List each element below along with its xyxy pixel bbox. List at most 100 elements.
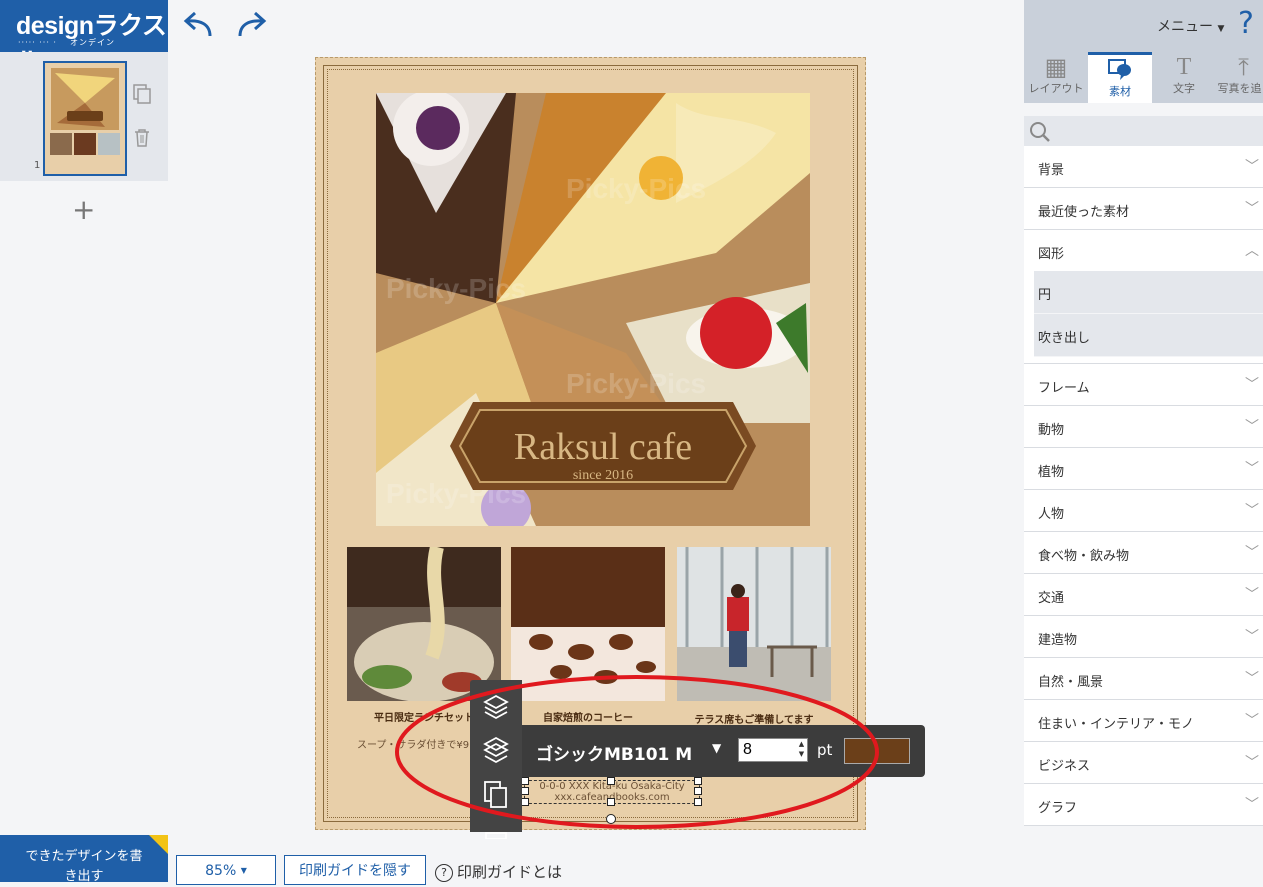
category-label: フレーム	[1038, 381, 1090, 396]
cafe-title-badge[interactable]: Raksul cafe since 2016	[448, 396, 758, 496]
category-label: ビジネス	[1038, 759, 1091, 774]
annotation-ellipse	[395, 675, 879, 829]
undo-icon	[183, 11, 212, 37]
caret-down-icon: ▼	[1217, 24, 1225, 34]
category-animals[interactable]: 動物 ﹀	[1024, 406, 1263, 448]
material-search-input[interactable]	[1024, 116, 1263, 146]
redo-button[interactable]	[234, 8, 274, 44]
category-frame[interactable]: フレーム ﹀	[1024, 364, 1263, 406]
cafe-since: since 2016	[573, 468, 633, 483]
chevron-up-icon: ︿	[1245, 243, 1259, 259]
zoom-select[interactable]: 85% ▼	[176, 855, 276, 885]
category-food-drink[interactable]: 食べ物・飲み物 ﹀	[1024, 532, 1263, 574]
question-icon: ?	[435, 864, 453, 882]
category-plants[interactable]: 植物 ﹀	[1024, 448, 1263, 490]
chevron-down-icon: ﹀	[1245, 377, 1259, 393]
print-guide-help-link[interactable]: ? 印刷ガイドとは	[435, 861, 562, 882]
category-label: 背景	[1038, 163, 1065, 178]
category-label: 食べ物・飲み物	[1038, 549, 1130, 564]
upload-icon: ⤒	[1238, 53, 1249, 81]
chevron-down-icon: ﹀	[1245, 201, 1259, 217]
category-graph[interactable]: グラフ ﹀	[1024, 784, 1263, 826]
category-buildings[interactable]: 建造物 ﹀	[1024, 616, 1263, 658]
subcategory-circle[interactable]: 円	[1034, 271, 1263, 314]
tab-label: 文字	[1173, 82, 1195, 95]
chevron-down-icon: ﹀	[1245, 545, 1259, 561]
category-label: グラフ	[1038, 801, 1078, 816]
subcategory-label: 円	[1038, 288, 1052, 303]
watermark-text: Picky-Pics	[566, 368, 706, 399]
category-people[interactable]: 人物 ﹀	[1024, 490, 1263, 532]
subcategory-label: 吹き出し	[1038, 331, 1091, 346]
category-recent[interactable]: 最近使った素材 ﹀	[1024, 188, 1263, 230]
category-label: 図形	[1038, 247, 1065, 262]
chevron-down-icon: ﹀	[1245, 797, 1259, 813]
guide-help-label: 印刷ガイドとは	[457, 863, 563, 881]
help-icon: ?	[1238, 6, 1254, 41]
category-label: 自然・風景	[1038, 675, 1104, 690]
watermark-text: Picky-Pics	[566, 173, 706, 204]
chevron-down-icon: ﹀	[1245, 755, 1259, 771]
text-icon: T	[1176, 54, 1192, 80]
cafe-title: Raksul cafe	[514, 426, 692, 468]
category-transport[interactable]: 交通 ﹀	[1024, 574, 1263, 616]
redo-icon	[238, 11, 267, 37]
layout-icon: ▦	[1044, 53, 1068, 81]
logo-dots: ····· ··· ·	[18, 38, 57, 47]
category-label: 建造物	[1038, 633, 1078, 648]
search-icon	[1030, 122, 1050, 142]
material-icon	[1088, 55, 1152, 83]
tab-upload-photo[interactable]: ⤒ 写真を追	[1216, 52, 1263, 103]
chevron-down-icon: ﹀	[1245, 629, 1259, 645]
export-label: できたデザインを書き出す	[25, 849, 143, 884]
undo-button[interactable]	[178, 8, 218, 44]
category-label: 最近使った素材	[1038, 205, 1130, 220]
category-label: 住まい・インテリア・モノ	[1038, 717, 1195, 732]
badge-shape: Raksul cafe since 2016	[450, 402, 756, 490]
menu-button[interactable]: メニュー ▼	[1157, 16, 1224, 36]
chevron-down-icon: ﹀	[1245, 503, 1259, 519]
category-list: 背景 ﹀ 最近使った素材 ﹀ 図形 ︿ 円 吹き出し フレーム ﹀ 動物 ﹀ 植物 ﹀ 人物…	[1024, 146, 1263, 826]
category-label: 人物	[1038, 507, 1065, 522]
export-design-button[interactable]: できたデザインを書き出す	[0, 835, 168, 884]
tab-text[interactable]: T 文字	[1152, 52, 1216, 103]
app-logo[interactable]: designラクスル ····· ··· · オンデイン	[0, 0, 168, 76]
category-shapes[interactable]: 図形 ︿	[1024, 230, 1263, 271]
category-background[interactable]: 背景 ﹀	[1024, 146, 1263, 188]
chevron-down-icon: ﹀	[1245, 671, 1259, 687]
chevron-down-icon: ﹀	[1245, 461, 1259, 477]
logo-subtext: オンデイン	[70, 38, 115, 47]
tab-label: 写真を追	[1217, 82, 1262, 95]
category-label: 交通	[1038, 591, 1065, 606]
trash-icon	[135, 129, 149, 147]
chevron-down-icon: ﹀	[1245, 713, 1259, 729]
caret-down-icon: ▼	[240, 866, 247, 875]
delete-page-button[interactable]	[131, 127, 153, 149]
help-button[interactable]: ?	[1238, 6, 1254, 41]
add-page-button[interactable]: +	[72, 193, 95, 226]
duplicate-page-button[interactable]	[131, 83, 153, 105]
zoom-value: 85%	[205, 863, 237, 879]
chevron-down-icon: ﹀	[1245, 587, 1259, 603]
page-thumbnail[interactable]	[43, 61, 127, 176]
hide-print-guide-button[interactable]: 印刷ガイドを隠す	[284, 855, 426, 885]
page-number: 1	[34, 160, 41, 171]
copy-icon	[133, 84, 151, 104]
thumbnail-preview	[50, 68, 120, 155]
chevron-down-icon: ﹀	[1245, 419, 1259, 435]
category-interior[interactable]: 住まい・インテリア・モノ ﹀	[1024, 700, 1263, 742]
tab-layout[interactable]: ▦ レイアウト	[1024, 52, 1088, 103]
category-nature[interactable]: 自然・風景 ﹀	[1024, 658, 1263, 700]
category-label: 植物	[1038, 465, 1065, 480]
category-label: 動物	[1038, 423, 1065, 438]
tab-material[interactable]: 素材	[1088, 52, 1152, 103]
tab-label: レイアウト	[1028, 82, 1084, 95]
tab-label: 素材	[1109, 85, 1131, 98]
subcategory-speech-bubble[interactable]: 吹き出し	[1034, 314, 1263, 357]
shapes-subcategories: 円 吹き出し	[1024, 271, 1263, 364]
menu-label: メニュー	[1157, 19, 1213, 35]
export-corner-fold	[149, 835, 168, 854]
hide-guide-label: 印刷ガイドを隠す	[299, 863, 411, 879]
category-business[interactable]: ビジネス ﹀	[1024, 742, 1263, 784]
watermark-text: Picky-Pics	[386, 273, 526, 304]
